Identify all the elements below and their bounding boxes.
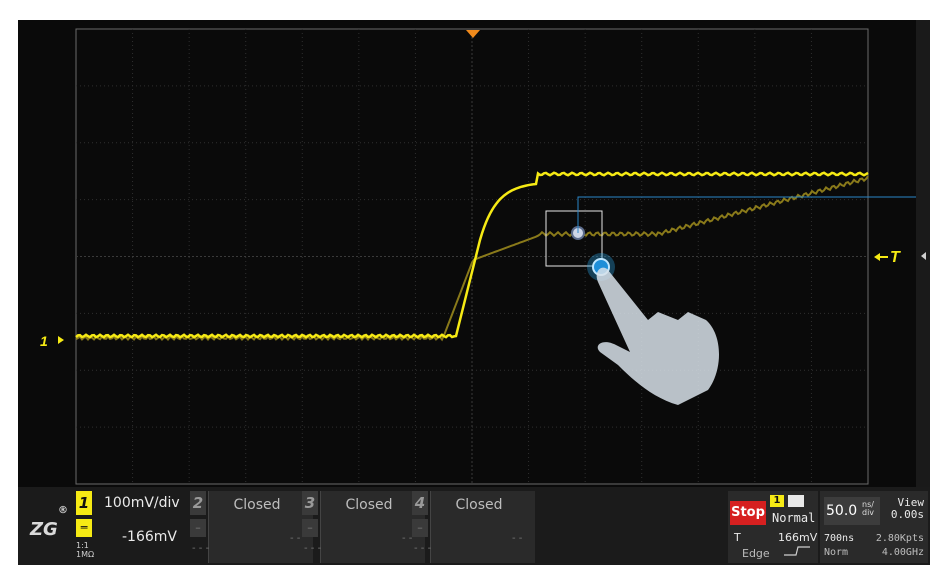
channel-offset[interactable]: -166mV	[122, 529, 177, 545]
view-position[interactable]: View 0.00s	[891, 497, 924, 521]
side-panel-tab[interactable]	[916, 20, 930, 487]
channel-3-number[interactable]: 3	[302, 491, 318, 515]
trigger-source[interactable]: 1	[770, 495, 784, 507]
trigger-panel[interactable]: Stop 1 Normal T 166mV Edge	[728, 491, 818, 563]
channel-1-marker: 1	[40, 333, 64, 349]
dc-coupling-icon: ═	[76, 519, 92, 537]
trigger-level[interactable]: 166mV	[778, 531, 817, 544]
channel-4-number[interactable]: 4	[412, 491, 428, 515]
oscilloscope-screen[interactable]: 1 T	[18, 20, 930, 565]
channel-2-state: Closed	[233, 497, 281, 513]
channel-1-number[interactable]: 1	[76, 491, 92, 515]
menu-icon[interactable]	[788, 495, 804, 507]
trigger-mode[interactable]: Normal	[772, 511, 815, 525]
channel-4-offset-placeholder: - -	[512, 533, 523, 544]
channel-3-offset-placeholder: - -	[402, 533, 413, 544]
channel-4-coupling-icon: –	[412, 519, 428, 537]
channel-4-scale-placeholder: - - -	[414, 543, 432, 554]
channel-2-scale-placeholder: - - -	[192, 543, 210, 554]
acquisition-mode: Norm	[824, 547, 849, 558]
channel-3-coupling-icon: –	[302, 519, 318, 537]
time-per-div[interactable]: 50.0 ns/div	[824, 497, 880, 525]
rising-edge-icon	[784, 546, 810, 556]
volts-per-div[interactable]: 100mV/div	[104, 495, 180, 511]
trigger-level-marker: T	[874, 249, 901, 266]
trigger-label: T	[734, 531, 741, 544]
waveform-display[interactable]: 1 T	[18, 20, 930, 487]
channel-2-number[interactable]: 2	[190, 491, 206, 515]
channel-2-coupling-icon: –	[190, 519, 206, 537]
channel-1-panel[interactable]: 1 ═ 1:1 1MΩ 100mV/div -166mV	[76, 491, 196, 563]
timebase-panel[interactable]: 50.0 ns/div View 0.00s 700ns 2.80Kpts Nor…	[820, 491, 928, 563]
channel-3-state: Closed	[345, 497, 393, 513]
sample-rate: 4.00GHz	[881, 547, 924, 558]
brand-logo: ZG ®	[30, 505, 68, 540]
channel-3-scale-placeholder: - - -	[304, 543, 322, 554]
memory-depth: 2.80Kpts	[875, 533, 924, 544]
time-span: 700ns	[824, 533, 855, 544]
svg-text:1: 1	[40, 333, 48, 349]
channel-4-state: Closed	[455, 497, 503, 513]
status-bar: ZG ® 1 ═ 1:1 1MΩ 100mV/div -166mV 2 – Clo…	[18, 487, 930, 565]
probe-ratio: 1:1 1MΩ	[76, 541, 95, 559]
channel-4-panel[interactable]: 4 – Closed - - - - -	[412, 491, 535, 563]
channel-3-panel[interactable]: 3 – Closed - - - - -	[302, 491, 425, 563]
svg-text:T: T	[890, 249, 901, 266]
channel-2-offset-placeholder: - -	[290, 533, 301, 544]
channel-2-panel[interactable]: 2 – Closed - - - - -	[190, 491, 313, 563]
run-stop-button[interactable]: Stop	[730, 501, 766, 525]
trigger-type[interactable]: Edge	[742, 547, 770, 560]
